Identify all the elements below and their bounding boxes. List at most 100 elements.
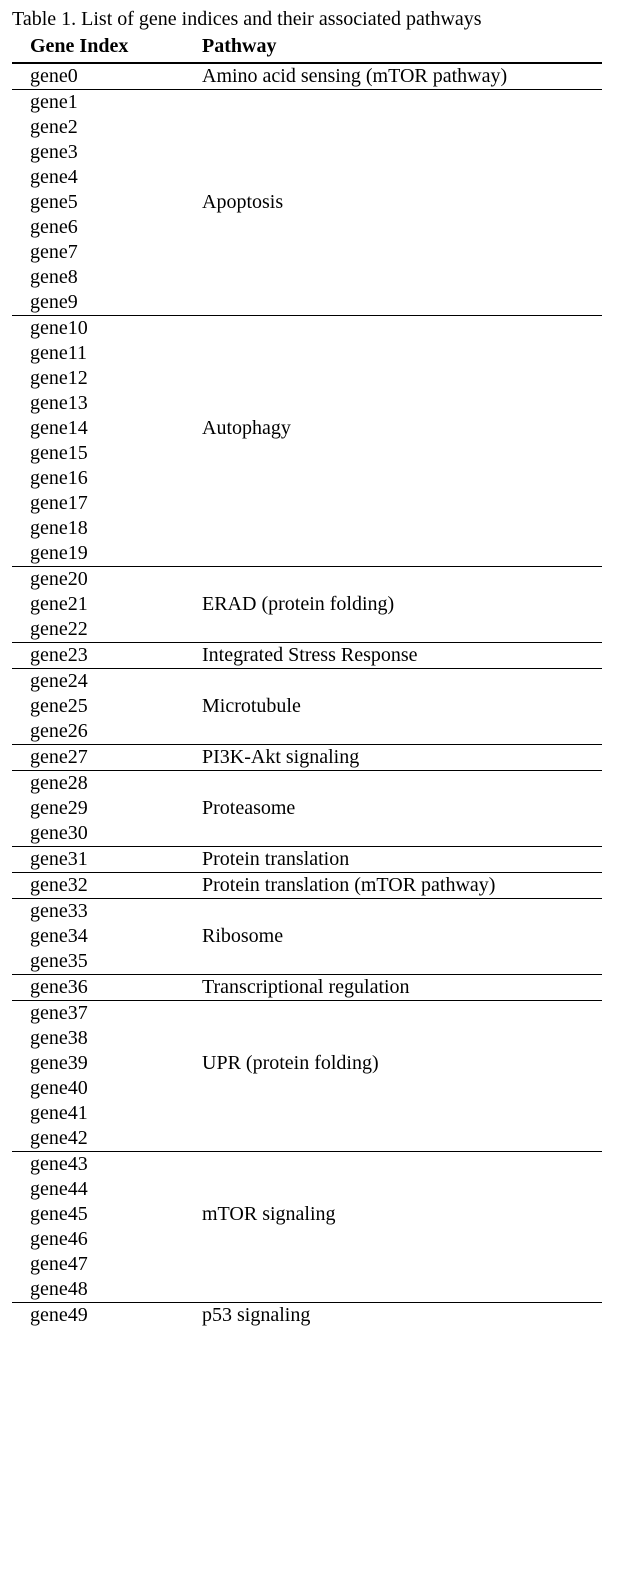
table-row: gene9 [12, 290, 602, 316]
table-row: gene13 [12, 391, 602, 416]
table-row: gene45mTOR signaling [12, 1202, 602, 1227]
table-row: gene27PI3K-Akt signaling [12, 745, 602, 771]
gene-index-cell: gene8 [12, 265, 196, 290]
table-row: gene23Integrated Stress Response [12, 643, 602, 669]
table-row: gene15 [12, 441, 602, 466]
pathway-cell-empty [196, 441, 602, 466]
gene-index-cell: gene18 [12, 516, 196, 541]
gene-index-cell: gene21 [12, 592, 196, 617]
pathway-cell-empty [196, 290, 602, 316]
pathway-cell: mTOR signaling [196, 1202, 602, 1227]
gene-index-cell: gene2 [12, 115, 196, 140]
pathway-cell-empty [196, 899, 602, 925]
gene-index-cell: gene45 [12, 1202, 196, 1227]
pathway-cell-empty [196, 1277, 602, 1303]
table-row: gene47 [12, 1252, 602, 1277]
pathway-cell-empty [196, 1252, 602, 1277]
pathway-cell: Integrated Stress Response [196, 643, 602, 669]
header-gene-index: Gene Index [12, 33, 196, 63]
header-pathway: Pathway [196, 33, 602, 63]
pathway-cell-empty [196, 771, 602, 797]
gene-index-cell: gene9 [12, 290, 196, 316]
table-row: gene34Ribosome [12, 924, 602, 949]
pathway-cell-empty [196, 567, 602, 593]
table-row: gene46 [12, 1227, 602, 1252]
gene-index-cell: gene29 [12, 796, 196, 821]
pathway-cell: Proteasome [196, 796, 602, 821]
table-row: gene11 [12, 341, 602, 366]
gene-index-cell: gene39 [12, 1051, 196, 1076]
gene-index-cell: gene47 [12, 1252, 196, 1277]
table-row: gene24 [12, 669, 602, 695]
gene-index-cell: gene6 [12, 215, 196, 240]
table-row: gene4 [12, 165, 602, 190]
gene-index-cell: gene30 [12, 821, 196, 847]
pathway-cell-empty [196, 316, 602, 342]
gene-index-cell: gene0 [12, 63, 196, 90]
table-row: gene2 [12, 115, 602, 140]
gene-index-cell: gene48 [12, 1277, 196, 1303]
gene-index-cell: gene17 [12, 491, 196, 516]
pathway-cell: ERAD (protein folding) [196, 592, 602, 617]
gene-index-cell: gene19 [12, 541, 196, 567]
gene-index-cell: gene15 [12, 441, 196, 466]
pathway-cell-empty [196, 617, 602, 643]
pathway-cell-empty [196, 669, 602, 695]
pathway-cell-empty [196, 140, 602, 165]
table-row: gene7 [12, 240, 602, 265]
gene-pathway-table: Gene Index Pathway gene0Amino acid sensi… [12, 33, 602, 1328]
table-row: gene5Apoptosis [12, 190, 602, 215]
gene-index-cell: gene14 [12, 416, 196, 441]
pathway-cell-empty [196, 240, 602, 265]
table-row: gene26 [12, 719, 602, 745]
gene-index-cell: gene26 [12, 719, 196, 745]
table-row: gene43 [12, 1152, 602, 1178]
gene-index-cell: gene43 [12, 1152, 196, 1178]
gene-index-cell: gene4 [12, 165, 196, 190]
gene-index-cell: gene27 [12, 745, 196, 771]
gene-index-cell: gene37 [12, 1001, 196, 1027]
gene-index-cell: gene36 [12, 975, 196, 1001]
pathway-cell-empty [196, 1227, 602, 1252]
pathway-cell-empty [196, 265, 602, 290]
table-row: gene48 [12, 1277, 602, 1303]
gene-index-cell: gene28 [12, 771, 196, 797]
table-row: gene32Protein translation (mTOR pathway) [12, 873, 602, 899]
gene-index-cell: gene11 [12, 341, 196, 366]
pathway-cell-empty [196, 341, 602, 366]
gene-index-cell: gene38 [12, 1026, 196, 1051]
table-row: gene41 [12, 1101, 602, 1126]
gene-index-cell: gene44 [12, 1177, 196, 1202]
table-row: gene0Amino acid sensing (mTOR pathway) [12, 63, 602, 90]
pathway-cell: Microtubule [196, 694, 602, 719]
table-row: gene36Transcriptional regulation [12, 975, 602, 1001]
pathway-cell-empty [196, 1152, 602, 1178]
table-row: gene17 [12, 491, 602, 516]
gene-index-cell: gene49 [12, 1303, 196, 1329]
pathway-cell: Protein translation [196, 847, 602, 873]
gene-index-cell: gene22 [12, 617, 196, 643]
pathway-cell-empty [196, 165, 602, 190]
pathway-cell-empty [196, 516, 602, 541]
pathway-cell-empty [196, 821, 602, 847]
table-row: gene10 [12, 316, 602, 342]
table-row: gene25Microtubule [12, 694, 602, 719]
pathway-cell-empty [196, 1001, 602, 1027]
pathway-cell: Protein translation (mTOR pathway) [196, 873, 602, 899]
gene-index-cell: gene16 [12, 466, 196, 491]
pathway-cell-empty [196, 1026, 602, 1051]
pathway-cell-empty [196, 466, 602, 491]
table-row: gene44 [12, 1177, 602, 1202]
gene-index-cell: gene25 [12, 694, 196, 719]
gene-index-cell: gene33 [12, 899, 196, 925]
pathway-cell-empty [196, 1076, 602, 1101]
pathway-cell: Autophagy [196, 416, 602, 441]
table-row: gene49p53 signaling [12, 1303, 602, 1329]
gene-index-cell: gene24 [12, 669, 196, 695]
table-row: gene3 [12, 140, 602, 165]
gene-index-cell: gene12 [12, 366, 196, 391]
table-row: gene8 [12, 265, 602, 290]
gene-index-cell: gene40 [12, 1076, 196, 1101]
table-row: gene12 [12, 366, 602, 391]
gene-index-cell: gene3 [12, 140, 196, 165]
